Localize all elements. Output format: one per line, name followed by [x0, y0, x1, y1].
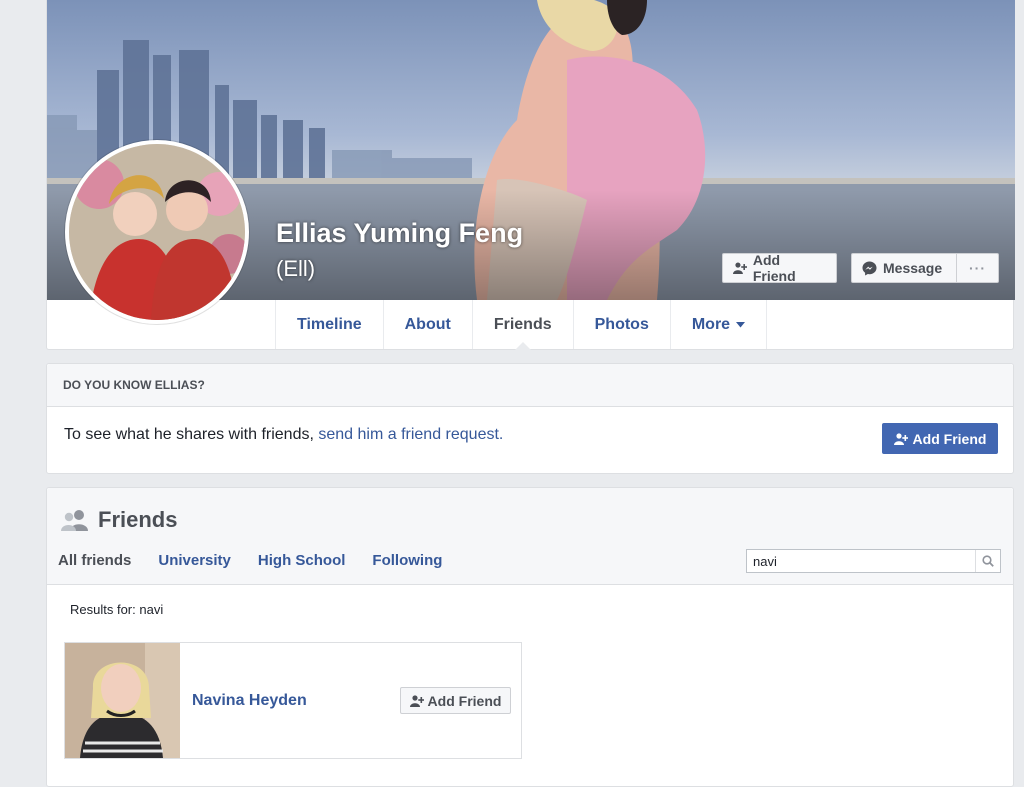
- tab-more[interactable]: More: [671, 300, 768, 349]
- tab-friends[interactable]: Friends: [473, 300, 574, 350]
- tab-label: Timeline: [297, 315, 362, 333]
- subtab-high-school[interactable]: High School: [258, 552, 346, 569]
- friends-title-label: Friends: [98, 507, 178, 532]
- add-friend-icon: [893, 432, 908, 445]
- friends-search-input[interactable]: [747, 551, 975, 571]
- tab-label: About: [404, 315, 451, 333]
- message-button[interactable]: Message: [851, 253, 957, 283]
- friend-profile-picture[interactable]: [65, 643, 180, 758]
- subtab-university[interactable]: University: [158, 552, 231, 569]
- more-dots-icon: ···: [969, 260, 986, 276]
- messenger-icon: [862, 260, 877, 276]
- search-icon: [982, 555, 994, 567]
- tab-label: Photos: [594, 315, 649, 333]
- do-you-know-heading: DO YOU KNOW ELLIAS?: [47, 364, 1013, 407]
- profile-picture-image: [69, 144, 245, 320]
- friends-header: Friends All friends University High Scho…: [47, 488, 1013, 585]
- friends-subtabs: All friends University High School Follo…: [58, 552, 442, 569]
- profile-header: Ellias Yuming Feng (Ell) Add Friend Mess…: [46, 0, 1015, 350]
- subtab-following[interactable]: Following: [372, 552, 442, 569]
- friends-icon: [61, 510, 88, 531]
- friend-result-card: Navina Heyden Add Friend: [64, 642, 522, 759]
- message-label: Message: [883, 260, 943, 276]
- tab-label: More: [691, 315, 731, 333]
- search-results-label: Results for: navi: [70, 602, 164, 617]
- friend-photo-image: [65, 643, 180, 758]
- add-friend-button[interactable]: Add Friend: [722, 252, 837, 284]
- friends-section: Friends All friends University High Scho…: [46, 487, 1014, 787]
- profile-name[interactable]: Ellias Yuming Feng: [276, 218, 523, 249]
- friend-add-friend-button[interactable]: Add Friend: [400, 687, 511, 714]
- friends-search: [746, 549, 1001, 573]
- tab-label: Friends: [493, 315, 552, 333]
- profile-tabs: Timeline About Friends Photos More: [275, 300, 768, 350]
- subtab-all-friends[interactable]: All friends: [58, 552, 131, 569]
- do-you-know-message: To see what he shares with friends,: [64, 426, 314, 443]
- do-you-know-text: To see what he shares with friends, send…: [64, 426, 503, 444]
- friend-name-link[interactable]: Navina Heyden: [192, 692, 307, 710]
- add-friend-icon: [733, 262, 747, 274]
- add-friend-label: Add Friend: [752, 252, 796, 284]
- tab-photos[interactable]: Photos: [574, 300, 671, 349]
- tab-timeline[interactable]: Timeline: [276, 300, 384, 349]
- add-friend-label: Add Friend: [912, 430, 987, 447]
- more-options-button[interactable]: ···: [956, 253, 999, 283]
- do-you-know-card: DO YOU KNOW ELLIAS? To see what he share…: [46, 363, 1014, 474]
- dropdown-caret-icon: [736, 321, 746, 327]
- search-button[interactable]: [975, 550, 1000, 572]
- add-friend-button-primary[interactable]: Add Friend: [882, 423, 998, 454]
- profile-alternate-name: (Ell): [276, 256, 316, 281]
- friends-title: Friends: [61, 507, 177, 533]
- add-friend-icon: [409, 694, 424, 707]
- tab-about[interactable]: About: [384, 300, 473, 349]
- send-friend-request-link[interactable]: send him a friend request.: [318, 426, 503, 443]
- add-friend-label: Add Friend: [427, 692, 502, 709]
- profile-picture[interactable]: [65, 140, 249, 324]
